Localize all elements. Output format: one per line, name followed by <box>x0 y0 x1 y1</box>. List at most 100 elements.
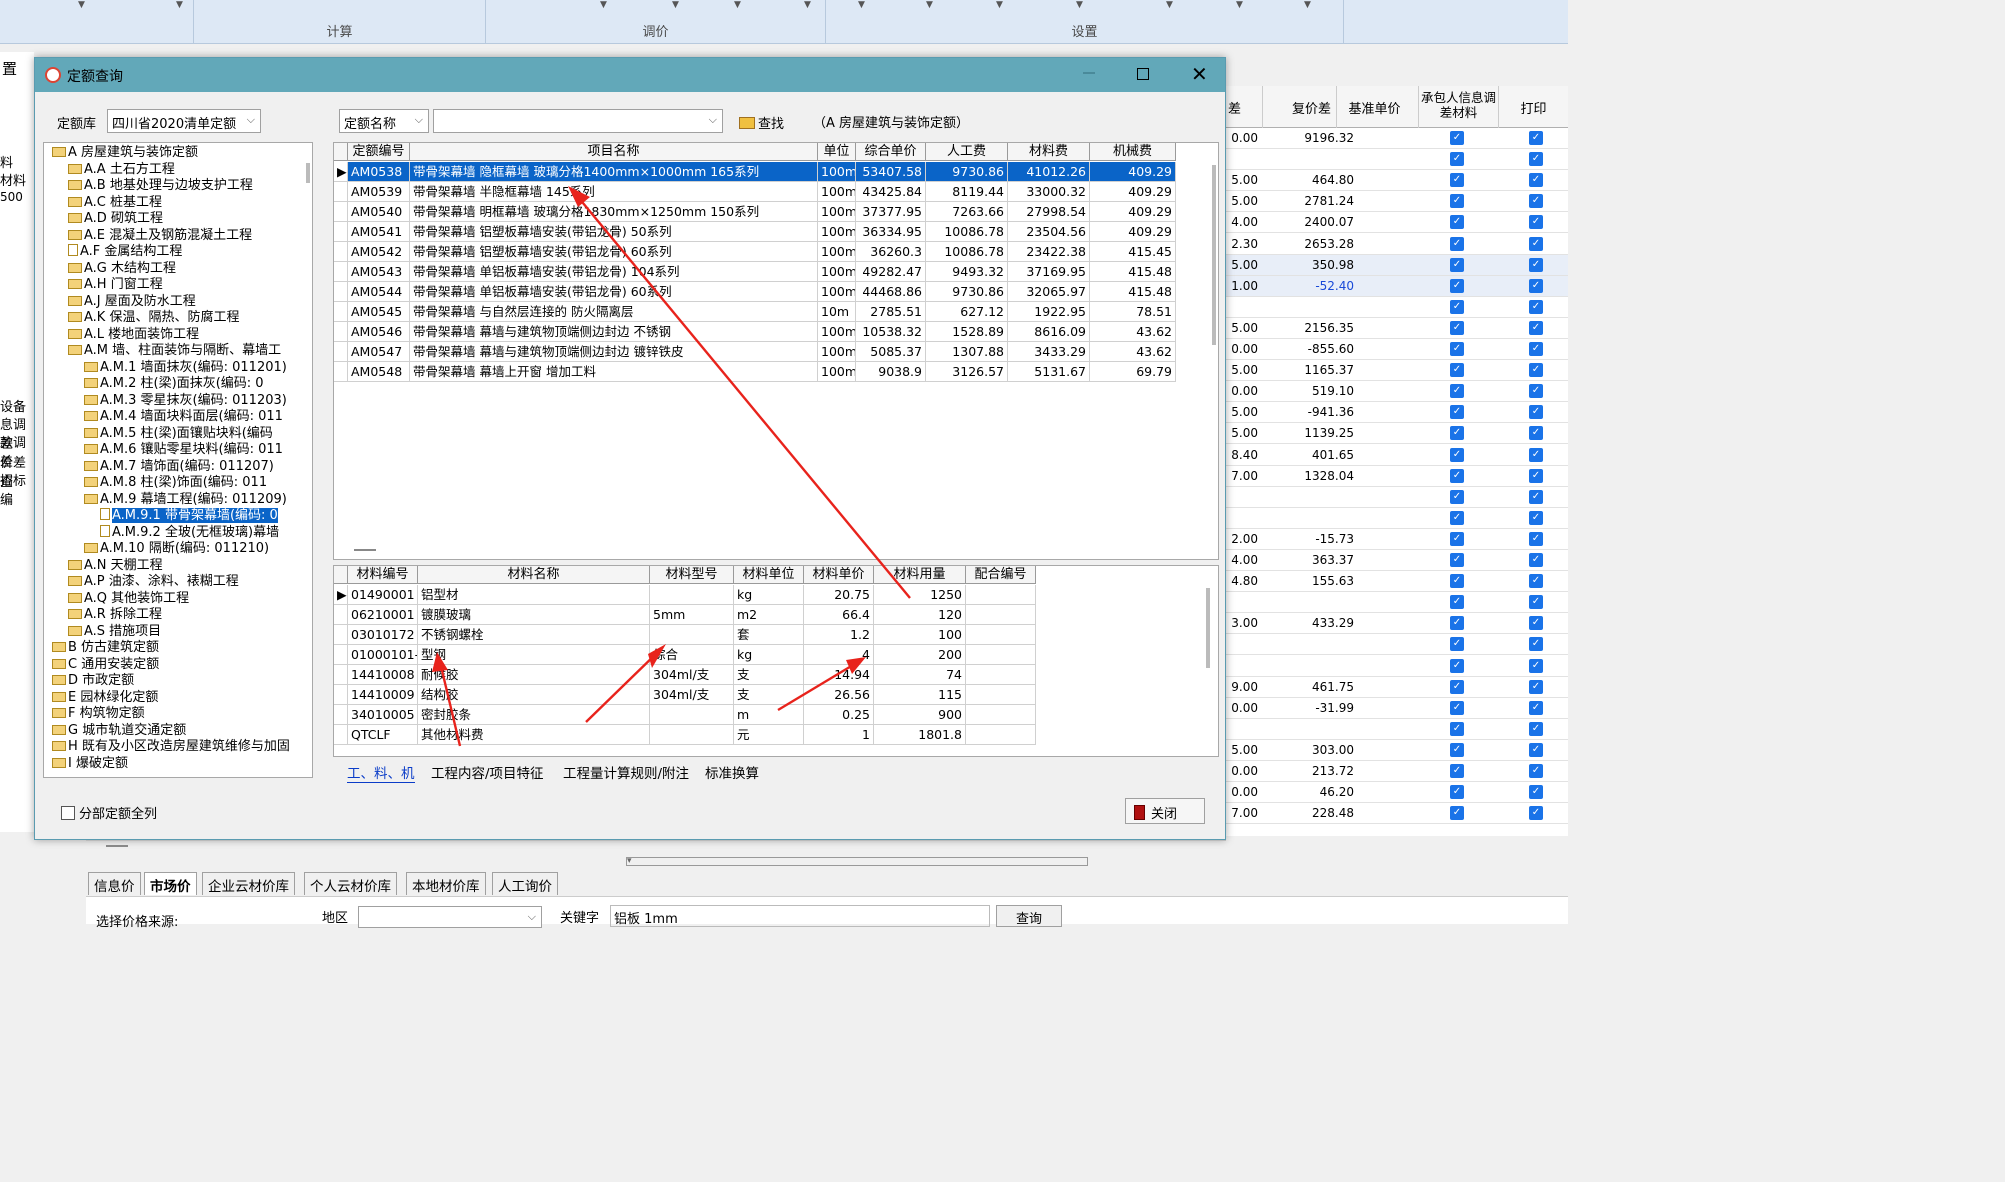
collapse-handle[interactable]: ▾ <box>626 857 1088 866</box>
quota-cell[interactable]: 带骨架幕墙 半隐框幕墙 145系列 <box>410 182 818 202</box>
quota-cell[interactable]: 409.29 <box>1090 222 1176 242</box>
quota-cell[interactable]: 100m2 <box>818 342 856 362</box>
tab-local-library[interactable]: 本地材价库 <box>406 872 486 895</box>
price-row[interactable]: 2.00 -15.73 ✓ ✓ <box>1226 529 1568 550</box>
quota-col-header[interactable]: 材料费 <box>1008 143 1090 161</box>
quota-cell[interactable]: AM0546 <box>348 322 410 342</box>
checkbox-checked-icon[interactable]: ✓ <box>1450 405 1464 420</box>
quota-cell[interactable]: 100m2 <box>818 222 856 242</box>
region-select[interactable]: ⌵ <box>358 906 542 928</box>
quota-cell[interactable]: 10m <box>818 302 856 322</box>
price-row[interactable]: 0.00 46.20 ✓ ✓ <box>1226 782 1568 804</box>
price-row[interactable]: 7.00 228.48 ✓ ✓ <box>1226 803 1568 825</box>
material-col-header[interactable]: 配合编号 <box>966 566 1036 584</box>
material-cell[interactable]: 耐候胶 <box>418 665 650 685</box>
quota-cell[interactable]: 10086.78 <box>926 222 1008 242</box>
price-row[interactable]: ✓ ✓ <box>1226 487 1568 508</box>
quota-cell[interactable]: 409.29 <box>1090 202 1176 222</box>
quota-cell[interactable]: 100m2 <box>818 262 856 282</box>
quota-col-header[interactable]: 综合单价 <box>856 143 926 161</box>
quota-cell[interactable]: 3126.57 <box>926 362 1008 382</box>
minimize-icon[interactable] <box>1083 72 1095 74</box>
checkbox-checked-icon[interactable]: ✓ <box>1450 299 1464 314</box>
checkbox-checked-icon[interactable]: ✓ <box>1529 299 1543 314</box>
checkbox-checked-icon[interactable]: ✓ <box>1450 806 1464 821</box>
quota-cell[interactable]: 415.48 <box>1090 262 1176 282</box>
material-cell[interactable] <box>966 625 1036 645</box>
checkbox-checked-icon[interactable]: ✓ <box>1450 785 1464 800</box>
quota-cell[interactable]: 5131.67 <box>1008 362 1090 382</box>
tree-node[interactable]: B 仿古建筑定额 <box>52 640 159 656</box>
quota-cell[interactable]: 100m2 <box>818 362 856 382</box>
ribbon-group-calc[interactable]: 计算 <box>194 0 486 44</box>
quota-cell[interactable]: 37169.95 <box>1008 262 1090 282</box>
price-row[interactable]: ✓ ✓ <box>1226 634 1568 656</box>
tree-node[interactable]: A.R 拆除工程 <box>68 607 162 623</box>
checkbox-checked-icon[interactable]: ✓ <box>1450 257 1464 272</box>
material-cell[interactable]: 其他材料费 <box>418 725 650 745</box>
ribbon-group-settings[interactable]: ▼ ▼ ▼ ▼ ▼ ▼ ▼ 设置 <box>826 0 1344 44</box>
material-cell[interactable]: 型钢 <box>418 645 650 665</box>
checkbox-checked-icon[interactable]: ✓ <box>1450 320 1464 335</box>
price-row[interactable]: ✓ ✓ <box>1226 297 1568 318</box>
quota-cell[interactable]: 带骨架幕墙 铝塑板幕墙安装(带铝龙骨) 50系列 <box>410 222 818 242</box>
price-row[interactable]: 9.00 461.75 ✓ ✓ <box>1226 677 1568 698</box>
price-row[interactable]: 5.00 -941.36 ✓ ✓ <box>1226 402 1568 424</box>
material-cell[interactable]: 66.4 <box>804 605 874 625</box>
tab-labor-material-machine[interactable]: 工、料、机 <box>347 762 415 783</box>
quota-cell[interactable]: 23422.38 <box>1008 242 1090 262</box>
quota-cell[interactable]: AM0543 <box>348 262 410 282</box>
checkbox-checked-icon[interactable]: ✓ <box>1529 700 1543 715</box>
quota-cell[interactable]: AM0539 <box>348 182 410 202</box>
quota-cell[interactable]: 带骨架幕墙 铝塑板幕墙安装(带铝龙骨) 60系列 <box>410 242 818 262</box>
price-row[interactable]: 0.00 213.72 ✓ ✓ <box>1226 761 1568 782</box>
quota-cell[interactable]: 41012.26 <box>1008 162 1090 182</box>
tree-node[interactable]: A.M.8 柱(梁)饰面(编码: 011 <box>84 475 267 491</box>
checkbox-checked-icon[interactable]: ✓ <box>1450 510 1464 525</box>
checkbox-checked-icon[interactable]: ✓ <box>1529 510 1543 525</box>
tree-node[interactable]: A.M.9 幕墙工程(编码: 011209) <box>84 492 287 508</box>
quota-cell[interactable]: AM0548 <box>348 362 410 382</box>
price-row[interactable]: 3.00 433.29 ✓ ✓ <box>1226 613 1568 635</box>
checkbox-checked-icon[interactable]: ✓ <box>1529 679 1543 694</box>
price-row[interactable]: 5.00 464.80 ✓ ✓ <box>1226 170 1568 192</box>
tree-node[interactable]: D 市政定额 <box>52 673 134 689</box>
material-cell[interactable]: 铝型材 <box>418 585 650 605</box>
price-row[interactable]: ✓ ✓ <box>1226 656 1568 677</box>
tree-node[interactable]: A.G 木结构工程 <box>68 261 176 277</box>
tree-node[interactable]: A.M.6 镶贴零星块料(编码: 011 <box>84 442 283 458</box>
price-row[interactable]: 1.00 -52.40 ✓ ✓ <box>1226 275 1568 297</box>
quota-cell[interactable]: 100m2 <box>818 282 856 302</box>
maximize-icon[interactable] <box>1137 68 1149 80</box>
checkbox-checked-icon[interactable]: ✓ <box>1450 384 1464 399</box>
material-cell[interactable]: kg <box>734 585 804 605</box>
checkbox-checked-icon[interactable]: ✓ <box>1450 468 1464 483</box>
tree-node[interactable]: A.M.9.1 带骨架幕墙(编码: 0 <box>100 508 278 524</box>
price-row[interactable]: ✓ ✓ <box>1226 149 1568 171</box>
lib-select[interactable]: 四川省2020清单定额 ⌵ <box>107 109 261 133</box>
quota-cell[interactable]: 100m2 <box>818 202 856 222</box>
quota-cell[interactable]: AM0544 <box>348 282 410 302</box>
checkbox-checked-icon[interactable]: ✓ <box>1450 194 1464 209</box>
price-row[interactable]: 8.40 401.65 ✓ ✓ <box>1226 445 1568 466</box>
price-row[interactable]: 7.00 1328.04 ✓ ✓ <box>1226 466 1568 487</box>
quota-grid[interactable]: 定额编号 项目名称 单位 综合单价 人工费 材料费 机械费 ▶ AM0538 带骨架幕墙 隐框幕墙… <box>333 142 1219 560</box>
checkbox-checked-icon[interactable]: ✓ <box>1450 363 1464 378</box>
checkbox-checked-icon[interactable]: ✓ <box>1529 468 1543 483</box>
tab-info-price[interactable]: 信息价 <box>88 872 141 895</box>
material-col-header[interactable]: 材料单价 <box>804 566 874 584</box>
checkbox-checked-icon[interactable]: ✓ <box>1529 553 1543 567</box>
material-cell[interactable]: 综合 <box>650 645 734 665</box>
tree-node[interactable]: A.B 地基处理与边坡支护工程 <box>68 178 253 194</box>
checkbox-checked-icon[interactable]: ✓ <box>1450 679 1464 694</box>
price-row[interactable]: 5.00 1139.25 ✓ ✓ <box>1226 423 1568 445</box>
material-col-header[interactable]: 材料编号 <box>348 566 418 584</box>
price-row[interactable]: 5.00 350.98 ✓ ✓ <box>1226 254 1568 276</box>
quota-cell[interactable]: AM0547 <box>348 342 410 362</box>
material-cell[interactable]: 元 <box>734 725 804 745</box>
tree-node[interactable]: A.K 保温、隔热、防腐工程 <box>68 310 239 326</box>
material-cell[interactable]: 1801.8 <box>874 725 966 745</box>
quota-cell[interactable]: 3433.29 <box>1008 342 1090 362</box>
quota-cell[interactable]: 7263.66 <box>926 202 1008 222</box>
material-cell[interactable]: 100 <box>874 625 966 645</box>
